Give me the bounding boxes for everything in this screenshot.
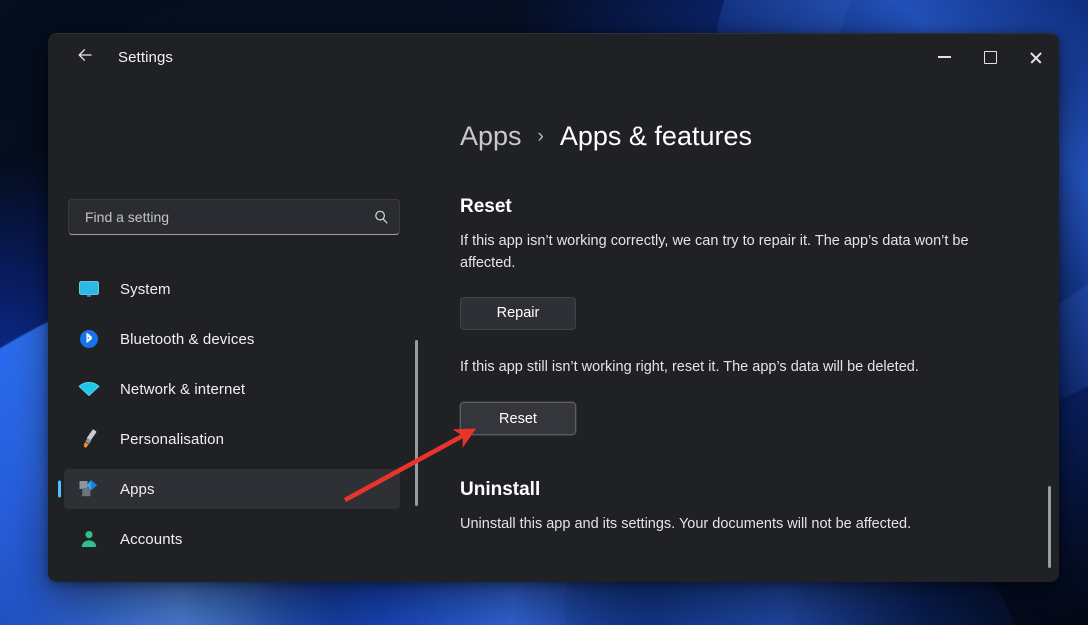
search-container — [68, 199, 400, 235]
back-arrow-icon — [76, 46, 94, 69]
sidebar-item-bluetooth-devices[interactable]: Bluetooth & devices — [64, 319, 400, 359]
sidebar-item-label: Bluetooth & devices — [120, 331, 254, 348]
reset-button[interactable]: Reset — [460, 402, 576, 435]
minimize-button[interactable] — [921, 33, 967, 81]
paintbrush-icon — [76, 428, 102, 450]
repair-button[interactable]: Repair — [460, 297, 576, 330]
content-scrollbar-thumb[interactable] — [1048, 486, 1051, 568]
reset-repair-description: If this app isn’t working correctly, we … — [460, 230, 1013, 275]
title-bar: Settings — [48, 33, 1059, 81]
main-content: Apps › Apps & features Reset If this app… — [420, 81, 1059, 582]
sidebar-scrollbar-thumb[interactable] — [415, 340, 418, 506]
sidebar-item-label: Personalisation — [120, 431, 224, 448]
sidebar-item-label: System — [120, 281, 171, 298]
sidebar-item-label: Network & internet — [120, 381, 245, 398]
window-body: System Bluetooth & devices — [48, 81, 1059, 582]
search-icon[interactable] — [373, 209, 389, 225]
sidebar-item-personalisation[interactable]: Personalisation — [64, 419, 400, 459]
bluetooth-icon — [76, 328, 102, 350]
minimize-icon — [938, 56, 951, 58]
desktop: Settings — [0, 0, 1088, 625]
maximize-button[interactable] — [967, 33, 1013, 81]
page-title: Apps & features — [560, 121, 752, 152]
apps-icon — [76, 478, 102, 500]
sidebar-item-accounts[interactable]: Accounts — [64, 519, 400, 559]
chevron-right-icon: › — [538, 126, 544, 148]
uninstall-description: Uninstall this app and its settings. You… — [460, 513, 1013, 535]
close-button[interactable] — [1013, 33, 1059, 81]
breadcrumb-parent[interactable]: Apps — [460, 121, 522, 152]
search-input[interactable] — [83, 208, 373, 226]
reset-section-heading: Reset — [460, 196, 1013, 218]
sidebar-item-network-internet[interactable]: Network & internet — [64, 369, 400, 409]
close-icon — [1029, 50, 1043, 64]
sidebar-item-label: Apps — [120, 481, 155, 498]
monitor-icon — [76, 278, 102, 300]
sidebar-item-system[interactable]: System — [64, 269, 400, 309]
reset-description: If this app still isn’t working right, r… — [460, 356, 1013, 378]
breadcrumb: Apps › Apps & features — [460, 121, 1013, 152]
settings-window: Settings — [48, 33, 1059, 582]
search-box[interactable] — [68, 199, 400, 235]
window-title: Settings — [118, 49, 173, 66]
window-controls — [921, 33, 1059, 81]
sidebar-item-label: Accounts — [120, 531, 183, 548]
maximize-icon — [984, 51, 997, 64]
sidebar: System Bluetooth & devices — [48, 81, 420, 582]
person-icon — [76, 528, 102, 550]
back-button[interactable] — [68, 40, 102, 74]
sidebar-item-apps[interactable]: Apps — [64, 469, 400, 509]
uninstall-section-heading: Uninstall — [460, 479, 1013, 501]
wifi-icon — [76, 378, 102, 400]
sidebar-nav: System Bluetooth & devices — [48, 269, 420, 559]
